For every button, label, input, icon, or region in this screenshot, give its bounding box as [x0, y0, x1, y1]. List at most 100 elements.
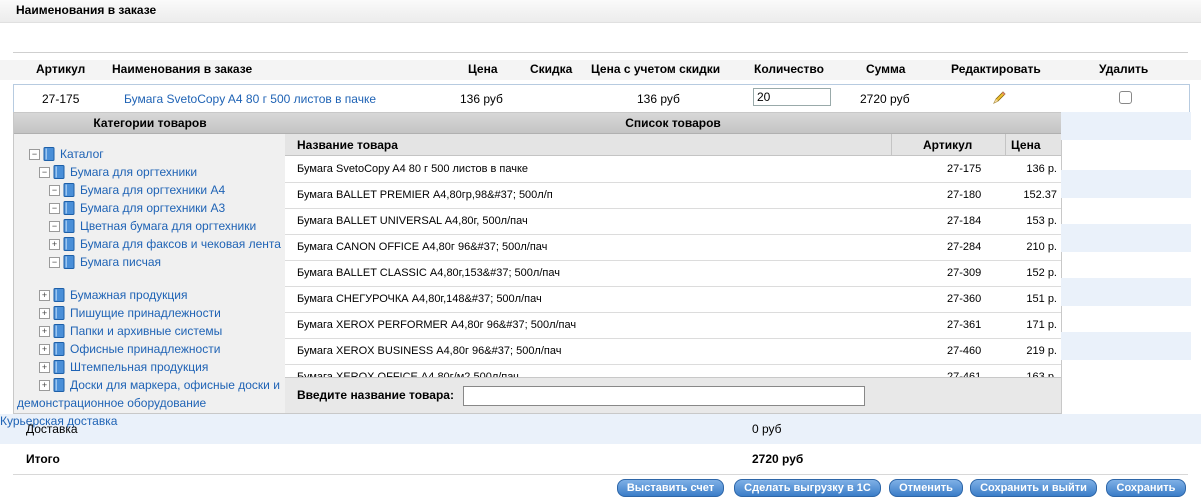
product-name: Бумага СНЕГУРОЧКА А4,80г,148&#37; 500л/п… [297, 293, 542, 305]
total-row: Итого 2720 руб [0, 446, 1201, 474]
product-article: 27-460 [947, 345, 982, 357]
item-article: 27-175 [42, 92, 80, 106]
category-label[interactable]: Пишущие принадлежности [70, 305, 221, 321]
category-label[interactable]: Цветная бумага для оргтехники [80, 218, 256, 234]
folder-book-icon [53, 324, 65, 338]
cancel-button[interactable]: Отменить [889, 479, 963, 497]
product-article: 27-284 [947, 241, 982, 253]
export-1c-button[interactable]: Сделать выгрузку в 1С [734, 479, 881, 497]
folder-book-icon [63, 201, 75, 215]
col-quantity: Количество [754, 62, 824, 76]
strip-band [1061, 332, 1191, 360]
product-search-bar: Введите название товара: [285, 377, 1061, 413]
collapse-icon[interactable]: − [29, 149, 40, 160]
edit-pencil-icon[interactable] [991, 90, 1007, 106]
total-value: 2720 руб [752, 452, 804, 466]
category-label[interactable]: Штемпельная продукция [70, 359, 208, 375]
shipping-cost: 0 руб [752, 422, 782, 436]
expand-icon[interactable]: + [49, 239, 60, 250]
strip-band [1061, 112, 1191, 140]
order-item-row: 27-175 Бумага SvetoCopy A4 80 г 500 лист… [13, 84, 1190, 114]
collapse-icon[interactable]: − [49, 185, 60, 196]
col-discount: Скидка [530, 62, 573, 76]
save-button[interactable]: Сохранить [1106, 479, 1186, 497]
categories-panel: Категории товаров − Каталог − Бумага для ор… [13, 112, 287, 414]
product-name: Бумага BALLET CLASSIC А4,80г,153&#37; 50… [297, 267, 560, 279]
product-row[interactable]: Бумага XEROX BUSINESS А4,80г 96&#37; 500… [285, 338, 1061, 365]
category-label[interactable]: Каталог [60, 146, 104, 162]
category-label[interactable]: Папки и архивные системы [70, 323, 222, 339]
strip-band [1061, 170, 1191, 198]
collapse-icon[interactable]: − [49, 221, 60, 232]
folder-book-icon [43, 147, 55, 161]
col-product-name: Название товара [297, 138, 398, 152]
total-label: Итого [26, 452, 60, 466]
strip-band [1061, 278, 1191, 306]
folder-book-icon [63, 219, 75, 233]
right-strip [1061, 112, 1191, 412]
item-name-link[interactable]: Бумага SvetoCopy A4 80 г 500 листов в па… [124, 92, 376, 106]
col-price: Цена [468, 62, 498, 76]
folder-book-icon [63, 255, 75, 269]
product-row[interactable]: Бумага СНЕГУРОЧКА А4,80г,148&#37; 500л/п… [285, 286, 1061, 313]
invoice-button[interactable]: Выставить счет [617, 479, 724, 497]
expand-icon[interactable]: + [39, 308, 50, 319]
product-name: Бумага XEROX PERFORMER А4,80г 96&#37; 50… [297, 319, 577, 331]
collapse-icon[interactable]: − [39, 167, 50, 178]
item-price: 136 руб [460, 92, 503, 106]
column-divider [891, 134, 892, 156]
product-price: 219 р. [1026, 345, 1057, 357]
product-list-columns: Название товара Артикул Цена [285, 134, 1061, 156]
folder-book-icon [53, 378, 65, 392]
category-label[interactable]: Бумага писчая [80, 254, 161, 270]
product-price: 152 р. [1026, 267, 1057, 279]
collapse-icon[interactable]: − [49, 203, 60, 214]
expand-icon[interactable]: + [39, 380, 50, 391]
col-edit: Редактировать [951, 62, 1041, 76]
quantity-input[interactable] [753, 88, 831, 106]
expand-icon[interactable]: + [39, 362, 50, 373]
category-label[interactable]: Бумага для оргтехники А4 [80, 182, 225, 198]
product-list-panel: Список товаров Название товара Артикул Ц… [285, 112, 1062, 414]
col-sum: Сумма [866, 62, 906, 76]
product-row[interactable]: Бумага BALLET CLASSIC А4,80г,153&#37; 50… [285, 260, 1061, 287]
product-article: 27-361 [947, 319, 982, 331]
product-name: Бумага BALLET UNIVERSAL А4,80г, 500л/пач [297, 215, 528, 227]
product-price: 152.37 [1023, 189, 1057, 201]
product-name: Бумага SvetoCopy A4 80 г 500 листов в па… [297, 163, 529, 175]
product-article: 27-184 [947, 215, 982, 227]
save-exit-button[interactable]: Сохранить и выйти [970, 479, 1097, 497]
col-product-article: Артикул [923, 138, 973, 152]
category-label[interactable]: Бумага для факсов и чековая лента [80, 236, 281, 252]
collapse-icon[interactable]: − [49, 257, 60, 268]
category-label[interactable]: демонстрационное оборудование [17, 395, 206, 411]
folder-book-icon [53, 342, 65, 356]
expand-icon[interactable]: + [39, 326, 50, 337]
product-row[interactable]: Бумага SvetoCopy A4 80 г 500 листов в па… [285, 156, 1061, 183]
category-label[interactable]: Доски для маркера, офисные доски и [70, 377, 280, 393]
product-search-input[interactable] [463, 386, 865, 406]
expand-icon[interactable]: + [39, 290, 50, 301]
col-price-discounted: Цена с учетом скидки [591, 62, 721, 76]
product-row[interactable]: Бумага CANON OFFICE А4,80г 96&#37; 500л/… [285, 234, 1061, 261]
category-label[interactable]: Бумажная продукция [70, 287, 187, 303]
product-row[interactable]: Бумага BALLET PREMIER А4,80гр,98&#37; 50… [285, 182, 1061, 209]
folder-book-icon [53, 288, 65, 302]
expand-icon[interactable]: + [39, 344, 50, 355]
product-row[interactable]: Бумага XEROX PERFORMER А4,80г 96&#37; 50… [285, 312, 1061, 339]
delete-checkbox[interactable] [1119, 91, 1132, 104]
category-label[interactable]: Бумага для оргтехники А3 [80, 200, 225, 216]
product-article: 27-309 [947, 267, 982, 279]
strip-band [1061, 224, 1191, 252]
product-list-header: Список товаров [285, 113, 1061, 134]
folder-book-icon [63, 237, 75, 251]
category-label[interactable]: Офисные принадлежности [70, 341, 220, 357]
product-article: 27-360 [947, 293, 982, 305]
product-name: Бумага CANON OFFICE А4,80г 96&#37; 500л/… [297, 241, 548, 253]
product-article: 27-180 [947, 189, 982, 201]
product-row[interactable]: Бумага BALLET UNIVERSAL А4,80г, 500л/пач… [285, 208, 1061, 235]
folder-book-icon [53, 306, 65, 320]
category-label[interactable]: Бумага для оргтехники [70, 164, 197, 180]
divider [13, 474, 1188, 475]
folder-book-icon [53, 360, 65, 374]
